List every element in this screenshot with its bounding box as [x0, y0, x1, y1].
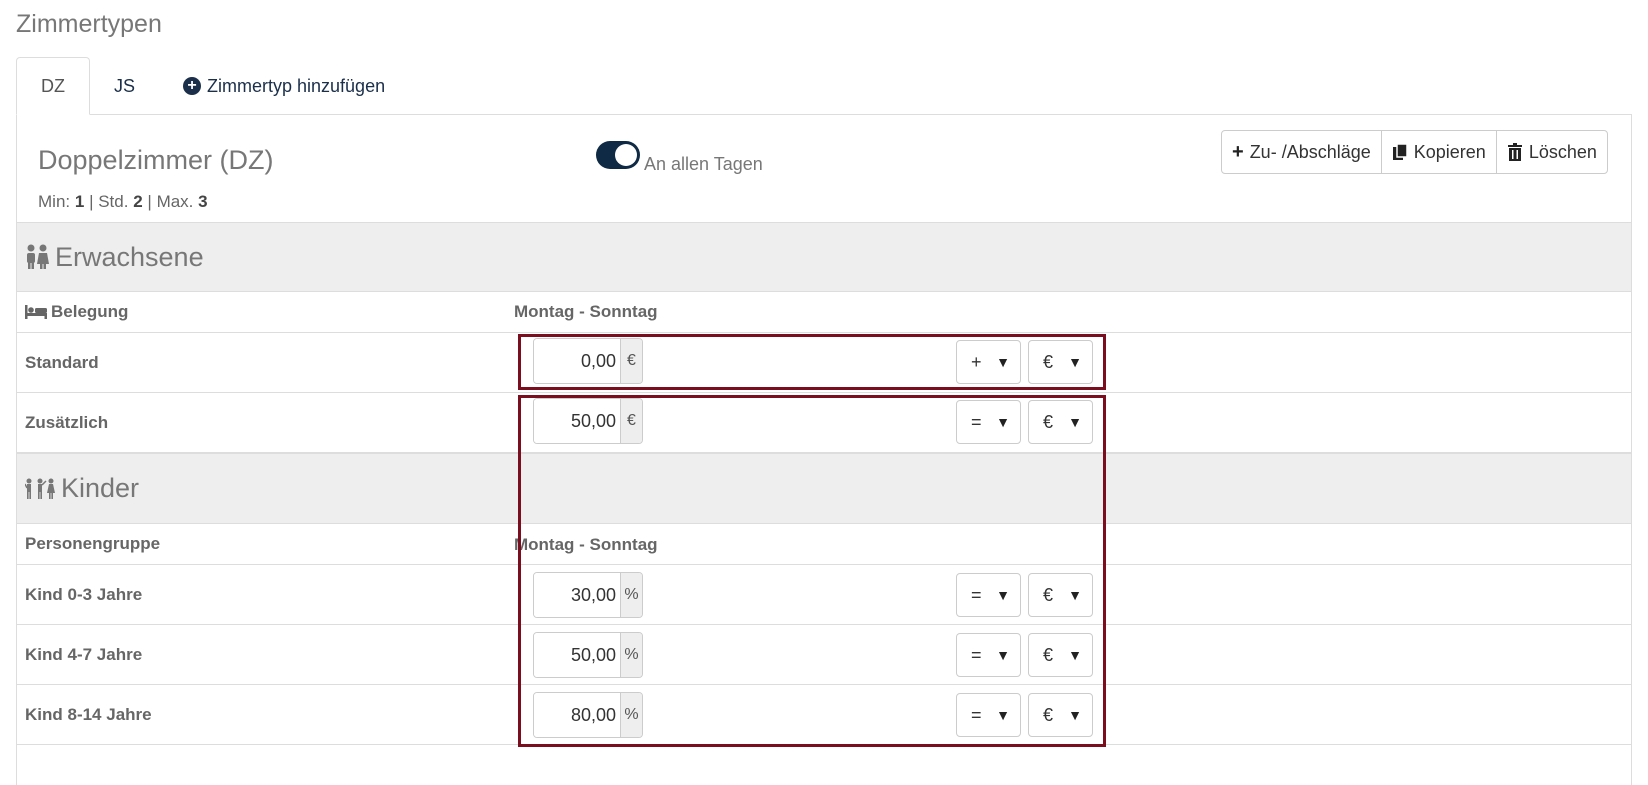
caret-down-icon: ▼	[996, 354, 1010, 370]
unit-addon: %	[620, 693, 642, 737]
row-label: Kind 4-7 Jahre	[25, 644, 143, 664]
children-column-header: Personengruppe	[17, 524, 1631, 565]
unit-addon: %	[620, 573, 642, 617]
caret-down-icon: ▼	[1068, 414, 1082, 430]
adults-days-header: Montag - Sonntag	[514, 302, 658, 321]
room-occupancy-meta: Min: 1 | Std. 2 | Max. 3	[38, 192, 208, 212]
min-value: 1	[74, 192, 85, 211]
children-icon	[25, 478, 55, 499]
caret-down-icon: ▼	[1068, 587, 1082, 603]
max-value: 3	[198, 192, 208, 211]
unit-addon: €	[620, 399, 642, 443]
room-actions: + Zu- /Abschläge Kopieren Löschen	[1221, 130, 1608, 174]
currency-value: €	[1043, 584, 1054, 605]
all-days-toggle[interactable]	[596, 141, 640, 169]
tab-dz[interactable]: DZ	[16, 57, 90, 115]
row-label: Standard	[25, 352, 99, 372]
operator-value: =	[971, 704, 982, 725]
adult-row-standard: Standard	[17, 333, 1631, 393]
row-label: Kind 8-14 Jahre	[25, 704, 152, 724]
price-input[interactable]	[534, 633, 620, 677]
operator-select[interactable]: + ▼	[956, 340, 1021, 384]
currency-value: €	[1043, 704, 1054, 725]
operator-select[interactable]: = ▼	[956, 633, 1021, 677]
currency-value: €	[1043, 351, 1054, 372]
trash-icon	[1507, 143, 1522, 161]
caret-down-icon: ▼	[1068, 354, 1082, 370]
add-room-type-label: Zimmertyp hinzufügen	[207, 75, 386, 96]
caret-down-icon: ▼	[996, 587, 1010, 603]
room-type-tabs: DZ JS + Zimmertyp hinzufügen	[16, 57, 409, 115]
price-input[interactable]	[534, 693, 620, 737]
add-room-type-tab[interactable]: + Zimmertyp hinzufügen	[159, 57, 409, 115]
currency-value: €	[1043, 644, 1054, 665]
currency-select[interactable]: € ▼	[1028, 633, 1093, 677]
operator-value: =	[971, 411, 982, 432]
adults-section-title: Erwachsene	[55, 241, 204, 272]
row-label: Kind 0-3 Jahre	[25, 584, 143, 604]
all-days-toggle-group: An allen Tagen	[596, 141, 763, 174]
plus-icon: +	[1232, 140, 1244, 163]
adults-section-header: Erwachsene	[17, 222, 1631, 292]
std-label: Std.	[98, 192, 129, 211]
operator-value: =	[971, 644, 982, 665]
unit-addon: €	[620, 339, 642, 383]
caret-down-icon: ▼	[996, 707, 1010, 723]
adults-column-header: Belegung	[17, 292, 1631, 333]
caret-down-icon: ▼	[996, 414, 1010, 430]
delete-button[interactable]: Löschen	[1497, 131, 1607, 173]
max-label: Max.	[156, 192, 194, 211]
occupancy-header-label: Belegung	[51, 302, 129, 321]
price-input-group: €	[533, 338, 643, 384]
child-row: Kind 0-3 Jahre	[17, 565, 1631, 625]
separator: |	[147, 192, 152, 211]
price-input-group: %	[533, 572, 643, 618]
room-title: Doppelzimmer (DZ)	[38, 145, 274, 175]
currency-select[interactable]: € ▼	[1028, 693, 1093, 737]
currency-select[interactable]: € ▼	[1028, 340, 1093, 384]
surcharge-label: Zu- /Abschläge	[1249, 141, 1371, 162]
price-input[interactable]	[534, 399, 620, 443]
copy-button[interactable]: Kopieren	[1382, 131, 1497, 173]
currency-value: €	[1043, 411, 1054, 432]
operator-select[interactable]: = ▼	[956, 573, 1021, 617]
operator-value: =	[971, 584, 982, 605]
price-input[interactable]	[534, 573, 620, 617]
all-days-label: An allen Tagen	[644, 154, 763, 174]
operator-select[interactable]: = ▼	[956, 400, 1021, 444]
children-days-header: Montag - Sonntag	[514, 535, 658, 554]
caret-down-icon: ▼	[1068, 707, 1082, 723]
price-input-group: €	[533, 398, 643, 444]
caret-down-icon: ▼	[996, 647, 1010, 663]
person-group-header: Personengruppe	[25, 534, 161, 553]
currency-select[interactable]: € ▼	[1028, 400, 1093, 444]
child-row: Kind 4-7 Jahre	[17, 625, 1631, 685]
tab-js[interactable]: JS	[90, 57, 159, 115]
occupancy-header: Belegung	[25, 302, 128, 322]
adult-row-additional: Zusätzlich	[17, 393, 1631, 453]
price-input[interactable]	[534, 339, 620, 383]
bed-icon	[25, 305, 47, 319]
page-title: Zimmertypen	[16, 10, 162, 38]
adults-icon	[27, 244, 49, 269]
row-label: Zusätzlich	[25, 412, 109, 432]
operator-value: +	[971, 351, 982, 372]
copy-label: Kopieren	[1413, 141, 1486, 162]
surcharge-button[interactable]: + Zu- /Abschläge	[1222, 131, 1382, 173]
children-section-title: Kinder	[61, 473, 140, 503]
std-value: 2	[133, 192, 143, 211]
delete-label: Löschen	[1528, 141, 1597, 162]
price-input-group: %	[533, 632, 643, 678]
currency-select[interactable]: € ▼	[1028, 573, 1093, 617]
min-label: Min:	[38, 192, 71, 211]
unit-addon: %	[620, 633, 642, 677]
children-section-header: Kinder	[17, 453, 1631, 524]
separator: |	[89, 192, 94, 211]
copy-icon	[1392, 143, 1408, 160]
operator-select[interactable]: = ▼	[956, 693, 1021, 737]
price-input-group: %	[533, 692, 643, 738]
caret-down-icon: ▼	[1068, 647, 1082, 663]
child-row: Kind 8-14 Jahre	[17, 685, 1631, 745]
plus-circle-icon: +	[183, 77, 202, 95]
